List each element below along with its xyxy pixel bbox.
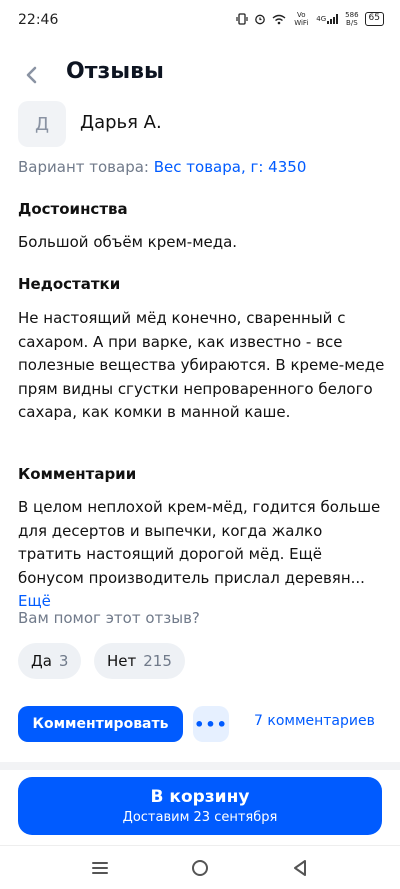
cons-title: Недостатки bbox=[18, 275, 121, 293]
home-icon[interactable] bbox=[188, 856, 212, 880]
signal-icon: 4G bbox=[316, 14, 339, 24]
divider bbox=[0, 762, 400, 770]
system-nav-bar bbox=[0, 845, 400, 889]
add-to-cart-button[interactable]: В корзину Доставим 23 сентября bbox=[18, 777, 382, 835]
more-options-button[interactable]: ••• bbox=[193, 706, 229, 742]
more-dots-icon: ••• bbox=[194, 714, 228, 734]
vote-yes-count: 3 bbox=[58, 652, 69, 670]
wifi-icon bbox=[272, 14, 286, 25]
status-bar: 22:46 Vo WiFi 4G 586 B/S 65 bbox=[0, 0, 400, 40]
product-variant: Вариант товара: Вес товара, г: 4350 bbox=[18, 158, 306, 176]
header: Отзывы bbox=[0, 55, 400, 95]
vote-no-button[interactable]: Нет 215 bbox=[94, 643, 185, 679]
menu-icon[interactable] bbox=[88, 856, 112, 880]
pros-text: Большой объём крем-меда. bbox=[18, 233, 238, 251]
vote-yes-button[interactable]: Да 3 bbox=[18, 643, 82, 679]
net-speed-value: 586 bbox=[345, 11, 359, 19]
net-speed-unit: B/S bbox=[346, 19, 358, 27]
vote-yes-label: Да bbox=[31, 652, 52, 670]
variant-label: Вариант товара: bbox=[18, 158, 154, 176]
chevron-left-icon bbox=[26, 66, 37, 84]
battery-icon: 65 bbox=[364, 12, 384, 26]
variant-value-link[interactable]: Вес товара, г: 4350 bbox=[154, 158, 307, 176]
comments-count-link[interactable]: 7 комментариев bbox=[254, 713, 375, 729]
vowifi-label: Vo WiFi bbox=[294, 11, 309, 27]
alarm-icon bbox=[254, 13, 266, 25]
read-more-link[interactable]: Ещё bbox=[18, 592, 51, 610]
net-speed: 586 B/S bbox=[345, 11, 358, 27]
comment-button[interactable]: Комментировать bbox=[18, 706, 183, 742]
cart-button-title: В корзину bbox=[150, 787, 250, 807]
back-nav-icon[interactable] bbox=[288, 856, 312, 880]
status-time: 22:46 bbox=[18, 12, 59, 28]
page-title: Отзывы bbox=[66, 59, 164, 84]
signal-label: 4G bbox=[316, 15, 327, 23]
avatar: Д bbox=[18, 101, 66, 147]
vibrate-icon bbox=[236, 13, 248, 25]
comments-title: Комментарии bbox=[18, 465, 137, 483]
comments-text: В целом неплохой крем-мёд, годится больш… bbox=[18, 498, 381, 587]
helpful-question: Вам помог этот отзыв? bbox=[18, 609, 200, 627]
vote-no-label: Нет bbox=[107, 652, 137, 670]
pros-title: Достоинства bbox=[18, 200, 128, 218]
comments-text-block: В целом неплохой крем-мёд, годится больш… bbox=[18, 496, 388, 614]
cart-button-subtitle: Доставим 23 сентября bbox=[122, 810, 278, 825]
cons-text: Не настоящий мёд конечно, сваренный с са… bbox=[18, 309, 385, 421]
back-button[interactable] bbox=[18, 61, 46, 89]
vote-no-count: 215 bbox=[143, 652, 172, 670]
status-icons: Vo WiFi 4G 586 B/S 65 bbox=[236, 11, 384, 27]
author-name: Дарья А. bbox=[80, 112, 162, 133]
